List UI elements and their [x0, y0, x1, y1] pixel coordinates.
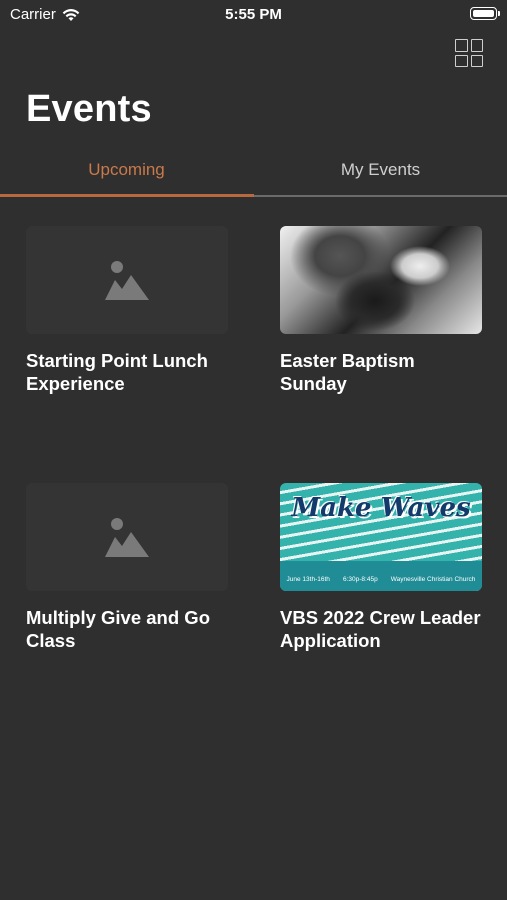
event-title: Multiply Give and Go Class: [26, 607, 210, 651]
make-waves-logo: Make Waves: [291, 493, 471, 523]
tab-my-events[interactable]: My Events: [254, 152, 507, 197]
tab-bar: Upcoming My Events: [0, 152, 507, 197]
tab-upcoming[interactable]: Upcoming: [0, 152, 253, 197]
tab-active-indicator: [0, 194, 254, 197]
vbs-date: June 13th-16th: [286, 576, 330, 583]
battery-icon: [470, 7, 500, 20]
grid-view-icon[interactable]: [455, 39, 483, 67]
event-title: VBS 2022 Crew Leader Application: [280, 607, 481, 651]
tab-upcoming-label: Upcoming: [88, 160, 165, 179]
event-title: Easter Baptism Sunday: [280, 350, 415, 394]
tab-my-events-label: My Events: [340, 160, 421, 179]
vbs-location: Waynesville Christian Church: [390, 576, 476, 583]
event-title: Starting Point Lunch Experience: [26, 350, 208, 394]
vbs-info: June 13th-16th 6:30p-8:45p Waynesville C…: [280, 576, 482, 583]
status-bar: Carrier 5:55 PM: [0, 0, 507, 30]
event-card[interactable]: Starting Point Lunch Experience: [26, 226, 228, 395]
baptism-photo: [280, 226, 482, 334]
event-thumbnail: [26, 483, 228, 591]
event-thumbnail: [26, 226, 228, 334]
page-title: Events: [26, 88, 152, 130]
make-waves-graphic: Make Waves June 13th-16th 6:30p-8:45p Wa…: [280, 483, 482, 591]
status-time: 5:55 PM: [225, 6, 282, 23]
placeholder-image-icon: [105, 261, 149, 300]
event-card[interactable]: Easter Baptism Sunday: [280, 226, 482, 395]
event-card[interactable]: Multiply Give and Go Class: [26, 483, 228, 652]
vbs-time: 6:30p-8:45p: [342, 576, 378, 583]
event-card[interactable]: Make Waves June 13th-16th 6:30p-8:45p Wa…: [280, 483, 482, 652]
tab-divider: [254, 195, 507, 197]
placeholder-image-icon: [105, 518, 149, 557]
